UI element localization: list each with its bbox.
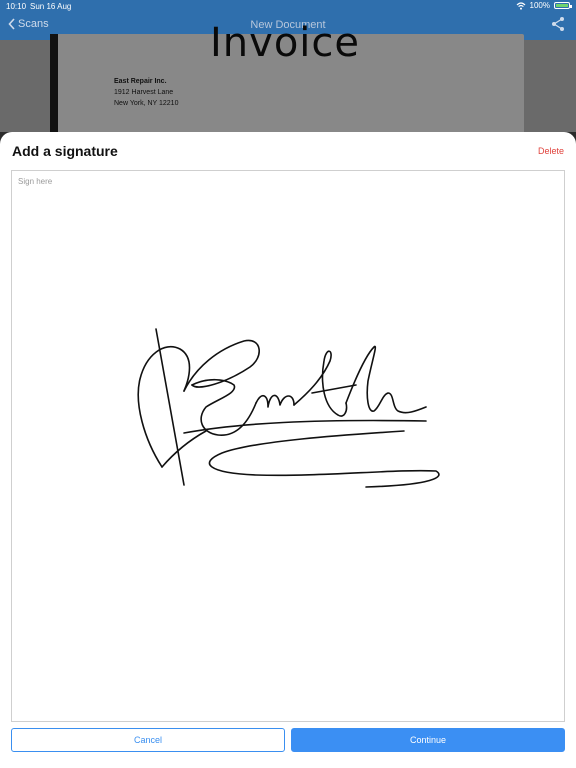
company-name: East Repair Inc.	[114, 78, 167, 85]
document-address: East Repair Inc. 1912 Harvest Lane New Y…	[114, 76, 178, 109]
status-right: 100%	[516, 1, 572, 10]
address-line-1: 1912 Harvest Lane	[114, 89, 174, 96]
background-document-area: Invoice East Repair Inc. 1912 Harvest La…	[0, 20, 576, 144]
wifi-icon	[516, 1, 525, 10]
share-icon[interactable]	[550, 16, 566, 32]
cancel-button[interactable]: Cancel	[11, 728, 285, 752]
signature-drawing	[137, 328, 440, 488]
document-preview: Invoice East Repair Inc. 1912 Harvest La…	[50, 20, 524, 144]
signature-canvas[interactable]: Sign here	[11, 170, 565, 722]
status-date: Sun 16 Aug	[30, 2, 72, 11]
continue-button[interactable]: Continue	[291, 728, 565, 752]
status-bar: 10:10 Sun 16 Aug 100%	[0, 0, 576, 12]
delete-button[interactable]: Delete	[538, 146, 564, 156]
battery-icon	[554, 2, 572, 9]
screen: 10:10 Sun 16 Aug 100% Scans New Document	[0, 0, 576, 768]
document-edge-bar	[50, 34, 58, 144]
battery-percent: 100%	[529, 1, 550, 10]
address-line-2: New York, NY 12210	[114, 100, 179, 107]
document-heading: Invoice	[210, 20, 361, 66]
status-time: 10:10	[6, 2, 27, 11]
signature-sheet: Add a signature Delete Sign here Cancel …	[0, 132, 576, 768]
sheet-title: Add a signature	[12, 143, 118, 159]
